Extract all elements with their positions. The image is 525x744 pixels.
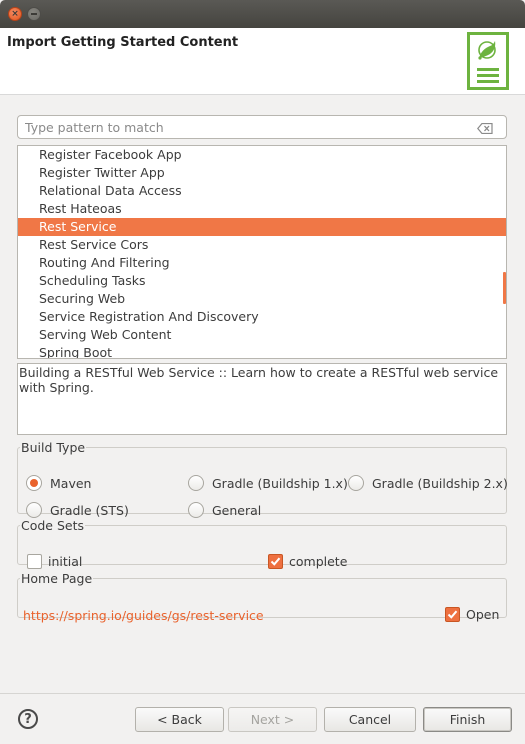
radio-icon[interactable] xyxy=(188,502,204,518)
home-page-legend: Home Page xyxy=(21,571,93,586)
build-type-label: Gradle (STS) xyxy=(50,502,129,518)
home-page-link[interactable]: https://spring.io/guides/gs/rest-service xyxy=(23,608,264,623)
list-item[interactable]: Spring Boot xyxy=(18,344,506,358)
list-item[interactable]: Scheduling Tasks xyxy=(18,272,506,290)
cancel-button[interactable]: Cancel xyxy=(324,707,416,732)
list-item[interactable]: Rest Service Cors xyxy=(18,236,506,254)
build-type-general-option[interactable]: General xyxy=(188,502,261,518)
finish-button[interactable]: Finish xyxy=(423,707,512,732)
list-item[interactable]: Routing And Filtering xyxy=(18,254,506,272)
build-type-buildship1-option[interactable]: Gradle (Buildship 1.x) xyxy=(188,475,348,491)
checkbox-checked-icon[interactable] xyxy=(268,554,283,569)
build-type-label: General xyxy=(212,502,262,518)
footer-divider xyxy=(0,693,525,694)
build-type-buildship2-option[interactable]: Gradle (Buildship 2.x) xyxy=(348,475,508,491)
build-type-label: Maven xyxy=(50,475,92,491)
open-checkbox-option[interactable]: Open xyxy=(445,607,499,622)
guides-list[interactable]: Register Facebook App Register Twitter A… xyxy=(17,145,507,359)
spring-guide-icon xyxy=(467,32,509,90)
build-type-label: Gradle (Buildship 2.x) xyxy=(372,475,508,491)
radio-icon[interactable] xyxy=(348,475,364,491)
list-item-selected[interactable]: Rest Service xyxy=(18,218,506,236)
window-close-button[interactable]: × xyxy=(8,7,22,21)
home-page-group: Home Page https://spring.io/guides/gs/re… xyxy=(17,571,507,623)
list-item[interactable]: Register Facebook App xyxy=(18,146,506,164)
back-button[interactable]: < Back xyxy=(135,707,224,732)
list-item[interactable]: Register Twitter App xyxy=(18,164,506,182)
checkbox-checked-icon[interactable] xyxy=(445,607,460,622)
list-item[interactable]: Relational Data Access xyxy=(18,182,506,200)
build-type-group: Build Type Maven Gradle (Buildship 1.x) … xyxy=(17,440,508,518)
build-type-label: Gradle (Buildship 1.x) xyxy=(212,475,348,491)
open-label: Open xyxy=(466,607,500,622)
code-sets-legend: Code Sets xyxy=(21,518,85,533)
initial-label: initial xyxy=(48,554,83,569)
build-type-maven-option[interactable]: Maven xyxy=(26,475,91,491)
list-scrollbar-thumb[interactable] xyxy=(503,272,506,304)
code-sets-group: Code Sets initial complete xyxy=(17,518,507,569)
list-item[interactable]: Securing Web xyxy=(18,290,506,308)
build-type-legend: Build Type xyxy=(21,440,86,455)
build-type-sts-option[interactable]: Gradle (STS) xyxy=(26,502,129,518)
initial-checkbox-option[interactable]: initial xyxy=(27,554,82,569)
complete-checkbox-option[interactable]: complete xyxy=(268,554,347,569)
list-item[interactable]: Rest Hateoas xyxy=(18,200,506,218)
window-titlebar: × xyxy=(0,0,525,28)
list-item[interactable]: Service Registration And Discovery xyxy=(18,308,506,326)
search-box xyxy=(17,115,507,139)
radio-icon[interactable] xyxy=(188,475,204,491)
radio-selected-icon[interactable] xyxy=(26,475,42,491)
checkbox-icon[interactable] xyxy=(27,554,42,569)
radio-icon[interactable] xyxy=(26,502,42,518)
wizard-header: Import Getting Started Content xyxy=(0,28,525,95)
window-minimize-button[interactable] xyxy=(27,7,41,21)
clear-search-icon[interactable] xyxy=(477,122,493,137)
help-icon[interactable]: ? xyxy=(18,709,38,729)
close-icon: × xyxy=(11,8,19,19)
guide-description: Building a RESTful Web Service :: Learn … xyxy=(17,363,507,435)
complete-label: complete xyxy=(289,554,348,569)
list-item[interactable]: Serving Web Content xyxy=(18,326,506,344)
minimize-icon xyxy=(28,8,40,20)
search-input[interactable] xyxy=(18,116,458,138)
next-button[interactable]: Next > xyxy=(228,707,317,732)
page-title: Import Getting Started Content xyxy=(7,35,239,50)
